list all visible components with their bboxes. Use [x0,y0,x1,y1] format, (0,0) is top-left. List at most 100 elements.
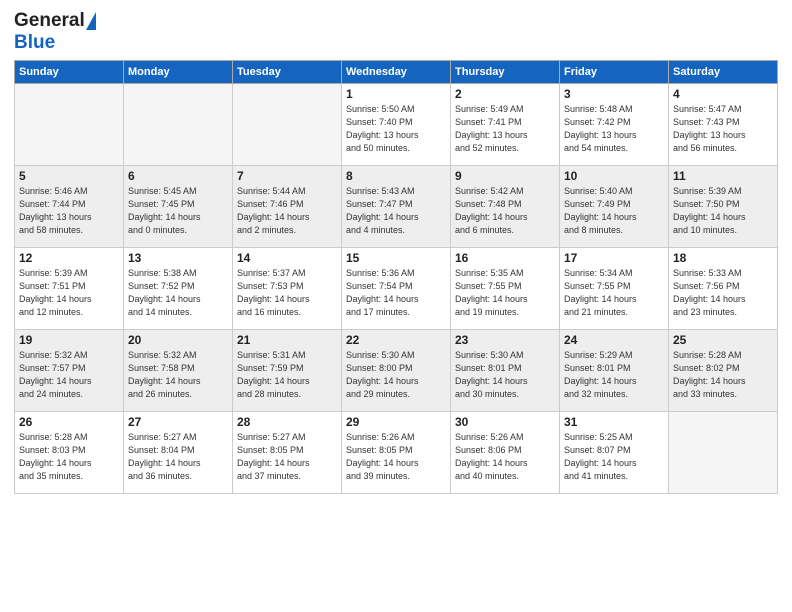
col-header-wednesday: Wednesday [342,61,451,84]
day-cell: 2 Sunrise: 5:49 AM Sunset: 7:41 PM Daylig… [451,84,560,166]
day-info: Sunrise: 5:36 AM Sunset: 7:54 PM Dayligh… [346,267,446,319]
day-info: Sunrise: 5:35 AM Sunset: 7:55 PM Dayligh… [455,267,555,319]
day-number: 2 [455,87,555,101]
day-cell [124,84,233,166]
day-cell: 8 Sunrise: 5:43 AM Sunset: 7:47 PM Daylig… [342,166,451,248]
day-number: 8 [346,169,446,183]
col-header-tuesday: Tuesday [233,61,342,84]
day-cell: 27Sunrise: 5:27 AM Sunset: 8:04 PM Dayli… [124,412,233,494]
day-info: Sunrise: 5:46 AM Sunset: 7:44 PM Dayligh… [19,185,119,237]
day-info: Sunrise: 5:49 AM Sunset: 7:41 PM Dayligh… [455,103,555,155]
day-number: 24 [564,333,664,347]
day-info: Sunrise: 5:27 AM Sunset: 8:05 PM Dayligh… [237,431,337,483]
day-cell: 31 Sunrise: 5:25 AM Sunset: 8:07 PM Dayli… [560,412,669,494]
logo-blue-text: Blue [14,32,55,54]
logo-triangle-icon [86,12,96,30]
day-number: 21 [237,333,337,347]
day-cell: 18 Sunrise: 5:33 AM Sunset: 7:56 PM Dayli… [669,248,778,330]
day-cell: 15 Sunrise: 5:36 AM Sunset: 7:54 PM Dayli… [342,248,451,330]
day-number: 7 [237,169,337,183]
day-info: Sunrise: 5:32 AM Sunset: 7:57 PM Dayligh… [19,349,119,401]
day-info: Sunrise: 5:39 AM Sunset: 7:51 PM Dayligh… [19,267,119,319]
day-info: Sunrise: 5:29 AM Sunset: 8:01 PM Dayligh… [564,349,664,401]
day-number: 31 [564,415,664,429]
calendar-page: General Blue SundayMondayTuesdayWednesda… [0,0,792,612]
day-number: 16 [455,251,555,265]
day-info: Sunrise: 5:30 AM Sunset: 8:00 PM Dayligh… [346,349,446,401]
day-info: Sunrise: 5:31 AM Sunset: 7:59 PM Dayligh… [237,349,337,401]
day-number: 9 [455,169,555,183]
week-row-2: 5Sunrise: 5:46 AM Sunset: 7:44 PM Daylig… [15,166,778,248]
day-number: 20 [128,333,228,347]
week-row-3: 12 Sunrise: 5:39 AM Sunset: 7:51 PM Dayli… [15,248,778,330]
day-cell: 16 Sunrise: 5:35 AM Sunset: 7:55 PM Dayli… [451,248,560,330]
day-number: 17 [564,251,664,265]
day-number: 11 [673,169,773,183]
day-cell: 17 Sunrise: 5:34 AM Sunset: 7:55 PM Dayli… [560,248,669,330]
day-number: 23 [455,333,555,347]
day-number: 18 [673,251,773,265]
col-header-friday: Friday [560,61,669,84]
day-cell: 30 Sunrise: 5:26 AM Sunset: 8:06 PM Dayli… [451,412,560,494]
day-cell: 22Sunrise: 5:30 AM Sunset: 8:00 PM Dayli… [342,330,451,412]
day-info: Sunrise: 5:38 AM Sunset: 7:52 PM Dayligh… [128,267,228,319]
day-number: 10 [564,169,664,183]
col-header-thursday: Thursday [451,61,560,84]
day-number: 19 [19,333,119,347]
day-info: Sunrise: 5:28 AM Sunset: 8:02 PM Dayligh… [673,349,773,401]
day-info: Sunrise: 5:33 AM Sunset: 7:56 PM Dayligh… [673,267,773,319]
day-cell: 14 Sunrise: 5:37 AM Sunset: 7:53 PM Dayli… [233,248,342,330]
header-row: SundayMondayTuesdayWednesdayThursdayFrid… [15,61,778,84]
day-cell: 25Sunrise: 5:28 AM Sunset: 8:02 PM Dayli… [669,330,778,412]
day-info: Sunrise: 5:32 AM Sunset: 7:58 PM Dayligh… [128,349,228,401]
logo: General Blue [14,10,96,54]
day-info: Sunrise: 5:25 AM Sunset: 8:07 PM Dayligh… [564,431,664,483]
day-info: Sunrise: 5:37 AM Sunset: 7:53 PM Dayligh… [237,267,337,319]
day-number: 28 [237,415,337,429]
day-cell: 4Sunrise: 5:47 AM Sunset: 7:43 PM Daylig… [669,84,778,166]
day-cell: 3Sunrise: 5:48 AM Sunset: 7:42 PM Daylig… [560,84,669,166]
day-info: Sunrise: 5:45 AM Sunset: 7:45 PM Dayligh… [128,185,228,237]
day-number: 4 [673,87,773,101]
col-header-sunday: Sunday [15,61,124,84]
day-info: Sunrise: 5:27 AM Sunset: 8:04 PM Dayligh… [128,431,228,483]
day-number: 14 [237,251,337,265]
day-info: Sunrise: 5:40 AM Sunset: 7:49 PM Dayligh… [564,185,664,237]
week-row-1: 1 Sunrise: 5:50 AM Sunset: 7:40 PM Daylig… [15,84,778,166]
col-header-monday: Monday [124,61,233,84]
day-cell: 13 Sunrise: 5:38 AM Sunset: 7:52 PM Dayli… [124,248,233,330]
day-info: Sunrise: 5:34 AM Sunset: 7:55 PM Dayligh… [564,267,664,319]
day-number: 12 [19,251,119,265]
day-cell [669,412,778,494]
day-info: Sunrise: 5:26 AM Sunset: 8:05 PM Dayligh… [346,431,446,483]
day-cell: 28 Sunrise: 5:27 AM Sunset: 8:05 PM Dayli… [233,412,342,494]
week-row-4: 19 Sunrise: 5:32 AM Sunset: 7:57 PM Dayli… [15,330,778,412]
day-cell: 19 Sunrise: 5:32 AM Sunset: 7:57 PM Dayli… [15,330,124,412]
day-number: 6 [128,169,228,183]
day-cell: 7Sunrise: 5:44 AM Sunset: 7:46 PM Daylig… [233,166,342,248]
day-number: 26 [19,415,119,429]
day-cell [15,84,124,166]
day-number: 13 [128,251,228,265]
day-cell: 24 Sunrise: 5:29 AM Sunset: 8:01 PM Dayli… [560,330,669,412]
day-info: Sunrise: 5:26 AM Sunset: 8:06 PM Dayligh… [455,431,555,483]
logo-general-text: General [14,10,85,32]
day-cell: 10 Sunrise: 5:40 AM Sunset: 7:49 PM Dayli… [560,166,669,248]
day-cell: 6 Sunrise: 5:45 AM Sunset: 7:45 PM Daylig… [124,166,233,248]
day-cell: 20 Sunrise: 5:32 AM Sunset: 7:58 PM Dayli… [124,330,233,412]
day-info: Sunrise: 5:42 AM Sunset: 7:48 PM Dayligh… [455,185,555,237]
day-number: 15 [346,251,446,265]
week-row-5: 26Sunrise: 5:28 AM Sunset: 8:03 PM Dayli… [15,412,778,494]
day-number: 1 [346,87,446,101]
day-number: 30 [455,415,555,429]
day-number: 29 [346,415,446,429]
day-cell: 21 Sunrise: 5:31 AM Sunset: 7:59 PM Dayli… [233,330,342,412]
col-header-saturday: Saturday [669,61,778,84]
day-info: Sunrise: 5:50 AM Sunset: 7:40 PM Dayligh… [346,103,446,155]
day-info: Sunrise: 5:43 AM Sunset: 7:47 PM Dayligh… [346,185,446,237]
day-cell: 11Sunrise: 5:39 AM Sunset: 7:50 PM Dayli… [669,166,778,248]
day-cell: 12 Sunrise: 5:39 AM Sunset: 7:51 PM Dayli… [15,248,124,330]
calendar-table: SundayMondayTuesdayWednesdayThursdayFrid… [14,60,778,494]
day-number: 3 [564,87,664,101]
day-cell: 29 Sunrise: 5:26 AM Sunset: 8:05 PM Dayli… [342,412,451,494]
